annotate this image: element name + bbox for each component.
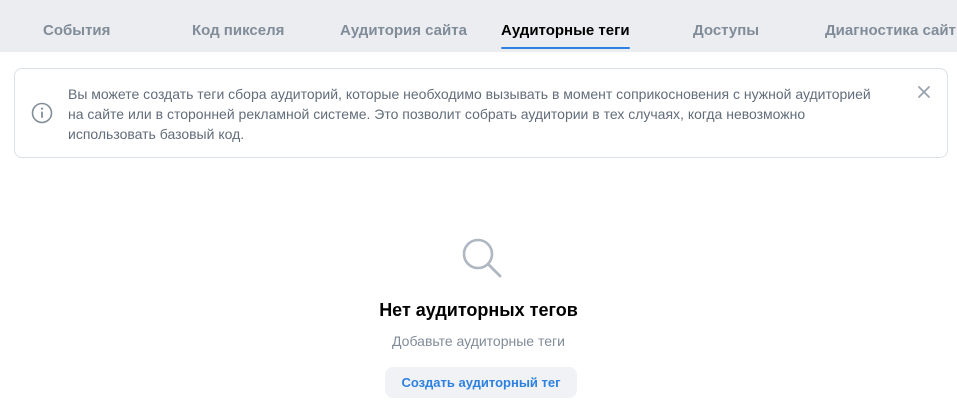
tab-label: Аудиторные теги: [501, 22, 630, 39]
search-icon: [462, 238, 502, 278]
tab-access[interactable]: Доступы: [693, 0, 759, 52]
empty-state-subtitle: Добавьте аудиторные теги: [392, 333, 565, 349]
tab-label: Код пикселя: [192, 22, 285, 39]
empty-state-title: Нет аудиторных тегов: [379, 300, 578, 320]
tab-label: Аудитория сайта: [340, 22, 467, 39]
tab-label: Диагностика сайт: [825, 22, 956, 39]
tab-audience-tags[interactable]: Аудиторные теги: [501, 0, 630, 52]
tab-site-audience[interactable]: Аудитория сайта: [340, 0, 467, 52]
tab-label: Доступы: [693, 22, 760, 39]
tab-site-diagnostics[interactable]: Диагностика сайт: [825, 0, 956, 52]
notice-text: Вы можете создать теги сбора аудиторий, …: [68, 86, 871, 142]
tabs-bar: События Код пикселя Аудитория сайта Ауди…: [0, 0, 957, 52]
tab-events[interactable]: События: [43, 0, 110, 52]
info-notice: Вы можете создать теги сбора аудиторий, …: [14, 68, 948, 158]
tab-pixel-code[interactable]: Код пикселя: [192, 0, 284, 52]
active-tab-indicator: [501, 47, 630, 49]
create-audience-tag-button[interactable]: Создать аудиторный тег: [385, 367, 577, 398]
info-icon: [31, 102, 53, 124]
close-icon[interactable]: [917, 85, 931, 99]
tab-label: События: [43, 22, 111, 39]
